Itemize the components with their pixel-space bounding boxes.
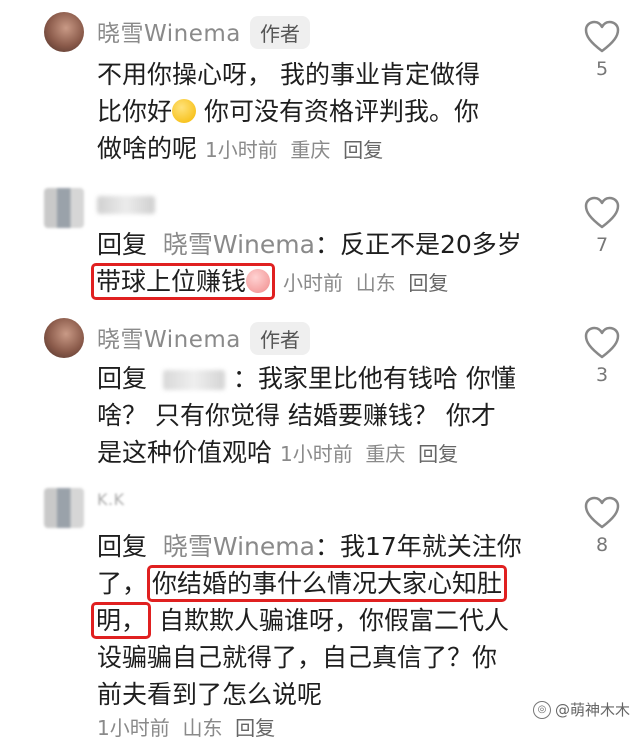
username[interactable]: 晓雪Winema: [97, 14, 241, 48]
username[interactable]: 晓雪Winema: [97, 320, 241, 354]
timestamp: 1小时前: [204, 138, 278, 162]
like-button[interactable]: 8: [582, 496, 622, 556]
reply-to-username[interactable]: 晓雪Winema: [163, 532, 315, 561]
author-badge: 作者: [250, 16, 310, 49]
timestamp: 1小时前: [97, 716, 170, 740]
like-count: 5: [595, 58, 609, 80]
heart-outline-icon: [584, 20, 620, 53]
location: 山东: [182, 716, 223, 740]
highlight-box: 你结婚的事什么情况大家心知肚: [147, 565, 508, 602]
watermark: ◎ @萌神木木: [532, 699, 630, 720]
reply-button[interactable]: 回复: [235, 716, 275, 740]
like-button[interactable]: 3: [582, 326, 622, 386]
reply-button[interactable]: 回复: [408, 271, 448, 295]
location: 山东: [355, 271, 396, 295]
author-badge: 作者: [250, 322, 310, 355]
username-blurred: [97, 196, 155, 214]
reply-button[interactable]: 回复: [343, 138, 383, 162]
like-count: 7: [595, 234, 609, 256]
highlight-box: 带球上位赚钱: [91, 263, 276, 300]
timestamp: 1小时前: [279, 442, 353, 466]
comment-text: 回复 晓雪Winema：反正不是20多岁 带球上位赚钱 小时前 山东 回复: [91, 226, 522, 302]
location: 重庆: [365, 442, 406, 466]
like-count: 8: [595, 534, 609, 556]
avatar[interactable]: [44, 12, 84, 52]
heart-outline-icon: [584, 496, 620, 529]
like-count: 3: [595, 364, 609, 386]
avatar[interactable]: [44, 318, 84, 358]
watermark-text: @萌神木木: [554, 701, 630, 719]
like-button[interactable]: 5: [582, 20, 622, 80]
reply-to-username-blurred: [162, 370, 225, 390]
comment-text: 回复 晓雪Winema：我17年就关注你 了， 你结婚的事什么情况大家心知肚 明，…: [91, 528, 522, 743]
location: 重庆: [290, 138, 331, 162]
highlight-box: 明，: [91, 602, 152, 639]
like-button[interactable]: 7: [582, 196, 622, 256]
reply-to-username[interactable]: 晓雪Winema: [163, 230, 315, 259]
comment-text: 回复 ：我家里比他有钱哈 你懂 啥？ 只有你觉得 结婚要赚钱？ 你才 是这种价值…: [97, 364, 516, 467]
avatar[interactable]: [44, 188, 84, 228]
username-partial[interactable]: K.K: [97, 490, 125, 509]
comment-text: 不用你操心呀， 我的事业肯定做得 比你好 你可没有资格评判我。你 做啥的呢 1小…: [97, 60, 480, 163]
timestamp: 小时前: [282, 271, 343, 295]
reply-button[interactable]: 回复: [418, 442, 458, 466]
avatar[interactable]: [44, 488, 84, 528]
thinking-face-icon: [172, 99, 197, 123]
heart-outline-icon: [584, 196, 620, 229]
sweat-face-icon: [246, 269, 271, 293]
watermark-logo-icon: ◎: [532, 700, 551, 719]
heart-outline-icon: [584, 326, 620, 359]
